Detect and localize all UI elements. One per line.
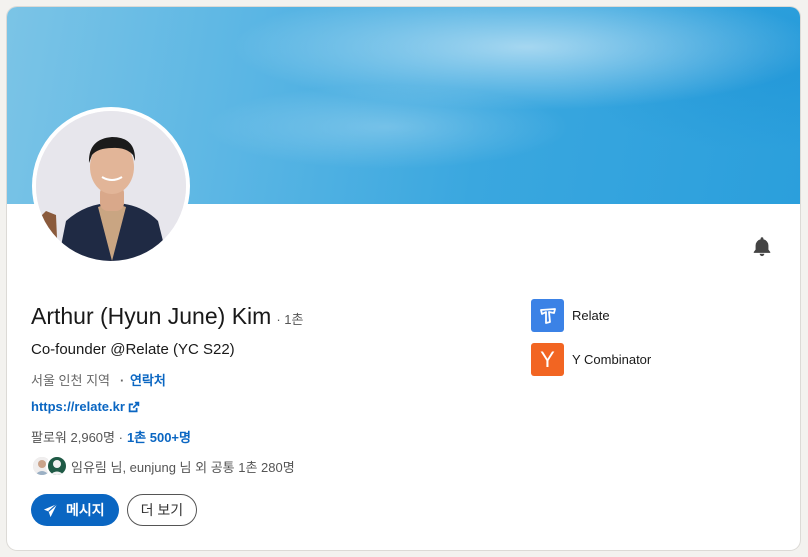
mutual-connections-text: 임유림 님, eunjung 님 외 공통 1촌 280명 xyxy=(71,459,295,475)
more-button-label: 더 보기 xyxy=(140,502,184,518)
contact-separator: · xyxy=(119,373,125,388)
mutual-avatar xyxy=(46,455,68,477)
profile-location: 서울 인천 지역 xyxy=(31,373,110,388)
profile-name: Arthur (Hyun June) Kim xyxy=(31,303,272,329)
website-url: https://relate.kr xyxy=(31,399,125,414)
y-combinator-logo-letter: Y xyxy=(540,346,555,372)
company-relate[interactable]: Relate xyxy=(531,299,610,332)
profile-photo[interactable] xyxy=(32,107,190,265)
message-button[interactable]: 메시지 xyxy=(31,494,119,526)
profile-card: Arthur (Hyun June) Kim · 1촌 Co-founder @… xyxy=(7,7,800,550)
bell-icon[interactable] xyxy=(748,232,776,260)
website-link[interactable]: https://relate.kr xyxy=(31,399,141,414)
y-combinator-logo-icon: Y xyxy=(531,343,564,376)
followers-count: 팔로워 2,960명 · xyxy=(31,430,123,445)
profile-photo-image xyxy=(36,111,186,261)
relate-logo-icon xyxy=(531,299,564,332)
send-icon xyxy=(43,503,58,517)
company-y-combinator[interactable]: Y Y Combinator xyxy=(531,343,651,376)
company-name: Relate xyxy=(572,308,610,323)
contact-info-link[interactable]: · 연락처 xyxy=(120,370,166,389)
more-button[interactable]: 더 보기 xyxy=(126,494,198,526)
contact-info-label: 연락처 xyxy=(129,373,166,388)
external-link-icon xyxy=(128,401,140,412)
profile-headline: Co-founder @Relate (YC S22) xyxy=(31,341,235,358)
company-name: Y Combinator xyxy=(572,352,652,367)
connections-link[interactable]: 1촌 500+명 xyxy=(127,427,191,446)
connection-degree: · 1촌 xyxy=(276,312,304,327)
mutual-connections[interactable]: 임유림 님, eunjung 님 외 공통 1촌 280명 xyxy=(31,455,295,477)
message-button-label: 메시지 xyxy=(66,502,105,518)
